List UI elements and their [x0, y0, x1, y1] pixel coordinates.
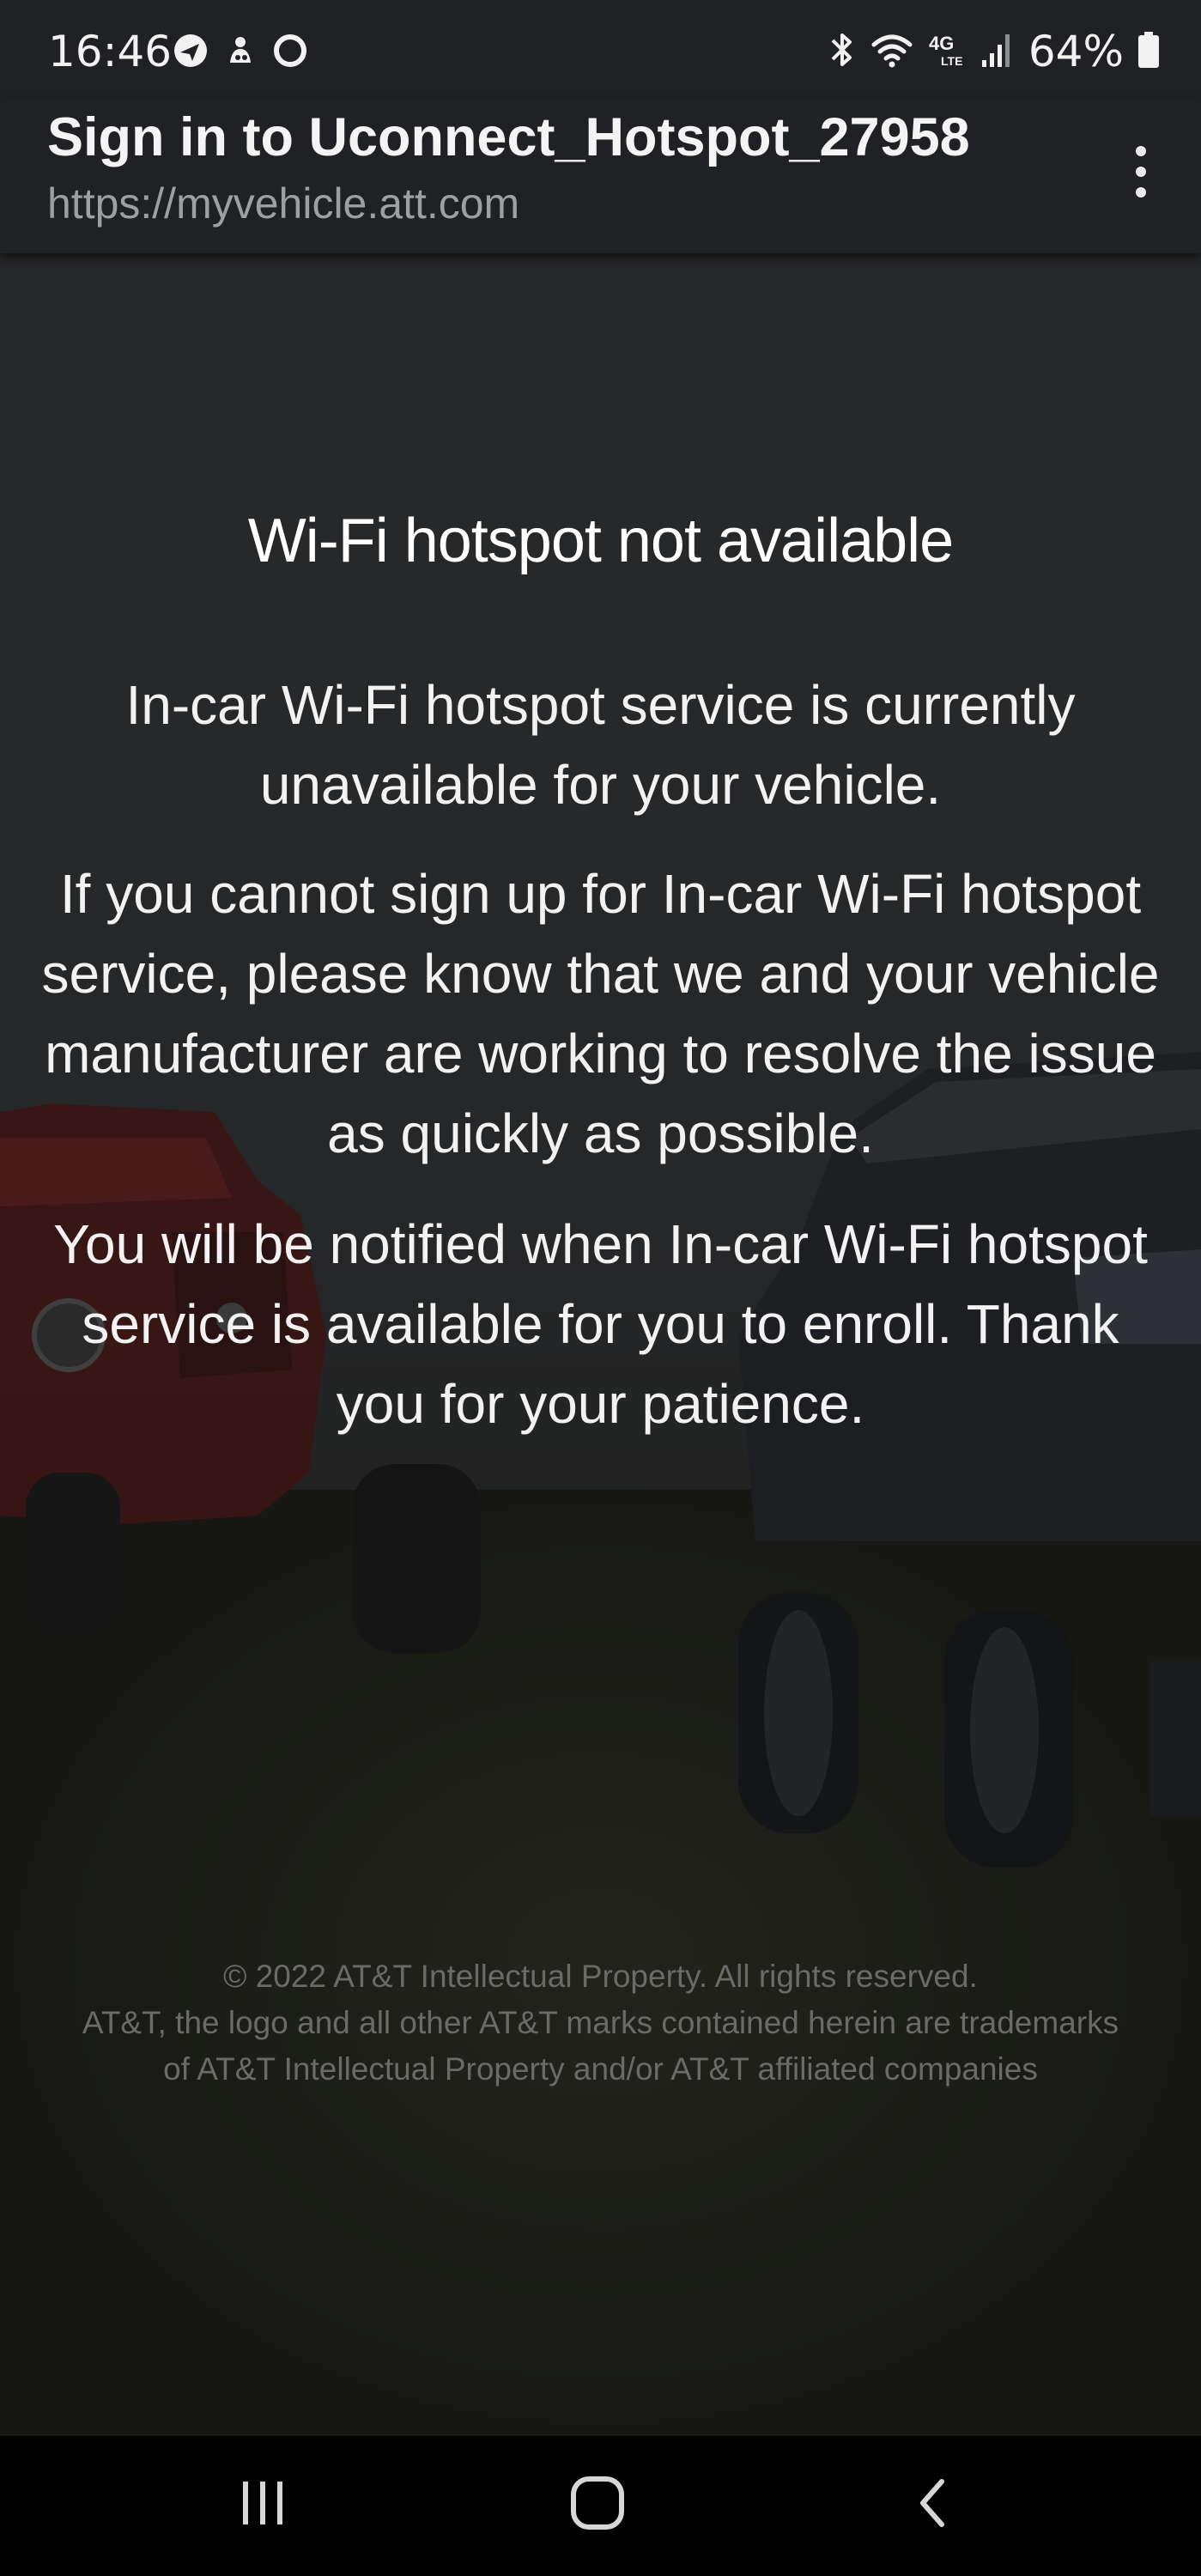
menu-dot	[1136, 187, 1146, 197]
battery-icon	[1137, 30, 1160, 74]
message-heading: Wi-Fi hotspot not available	[247, 507, 954, 575]
back-icon	[904, 2473, 964, 2537]
status-right-icons: 4G LTE 64%	[828, 24, 1160, 79]
navigation-app-icon	[172, 32, 209, 74]
message-paragraph: In-car Wi-Fi hotspot service is currentl…	[125, 674, 1076, 816]
wifi-icon	[870, 31, 913, 73]
portal-header: Sign in to Uconnect_Hotspot_27958 https:…	[0, 99, 1201, 253]
signal-icon	[980, 31, 1015, 73]
status-time: 16:46	[48, 27, 173, 76]
copyright-text: © 2022 AT&T Intellectual Property. All r…	[223, 1959, 978, 1994]
notification-app-icon	[221, 32, 259, 74]
navigation-bar	[0, 2436, 1201, 2576]
svg-text:4G: 4G	[929, 33, 954, 54]
overflow-menu-button[interactable]	[1107, 125, 1175, 219]
back-button[interactable]	[883, 2462, 986, 2548]
menu-dot	[1136, 167, 1146, 177]
bluetooth-icon	[828, 30, 857, 74]
legal-footer: © 2022 AT&T Intellectual Property. All r…	[77, 1953, 1124, 2093]
page-url: https://myvehicle.att.com	[47, 179, 520, 228]
trademark-text: AT&T, the logo and all other AT&T marks …	[82, 2005, 1119, 2087]
battery-level: 64%	[1028, 27, 1124, 76]
menu-dot	[1136, 146, 1146, 156]
message-paragraph: You will be notified when In-car Wi-Fi h…	[53, 1213, 1148, 1435]
svg-text:LTE: LTE	[941, 54, 962, 68]
status-left-icons	[172, 31, 309, 74]
recent-apps-button[interactable]	[211, 2462, 314, 2548]
page-title: Sign in to Uconnect_Hotspot_27958	[47, 107, 970, 167]
home-icon	[567, 2473, 628, 2537]
lte-icon: 4G LTE	[927, 31, 967, 73]
recent-apps-icon	[233, 2473, 293, 2537]
home-button[interactable]	[546, 2462, 649, 2548]
message-paragraph: If you cannot sign up for In-car Wi-Fi h…	[41, 863, 1160, 1164]
sync-icon	[271, 32, 309, 74]
status-bar: 16:46 4G LTE 64%	[0, 0, 1201, 99]
portal-content: Wi-Fi hotspot not available In-car Wi-Fi…	[0, 253, 1201, 2436]
